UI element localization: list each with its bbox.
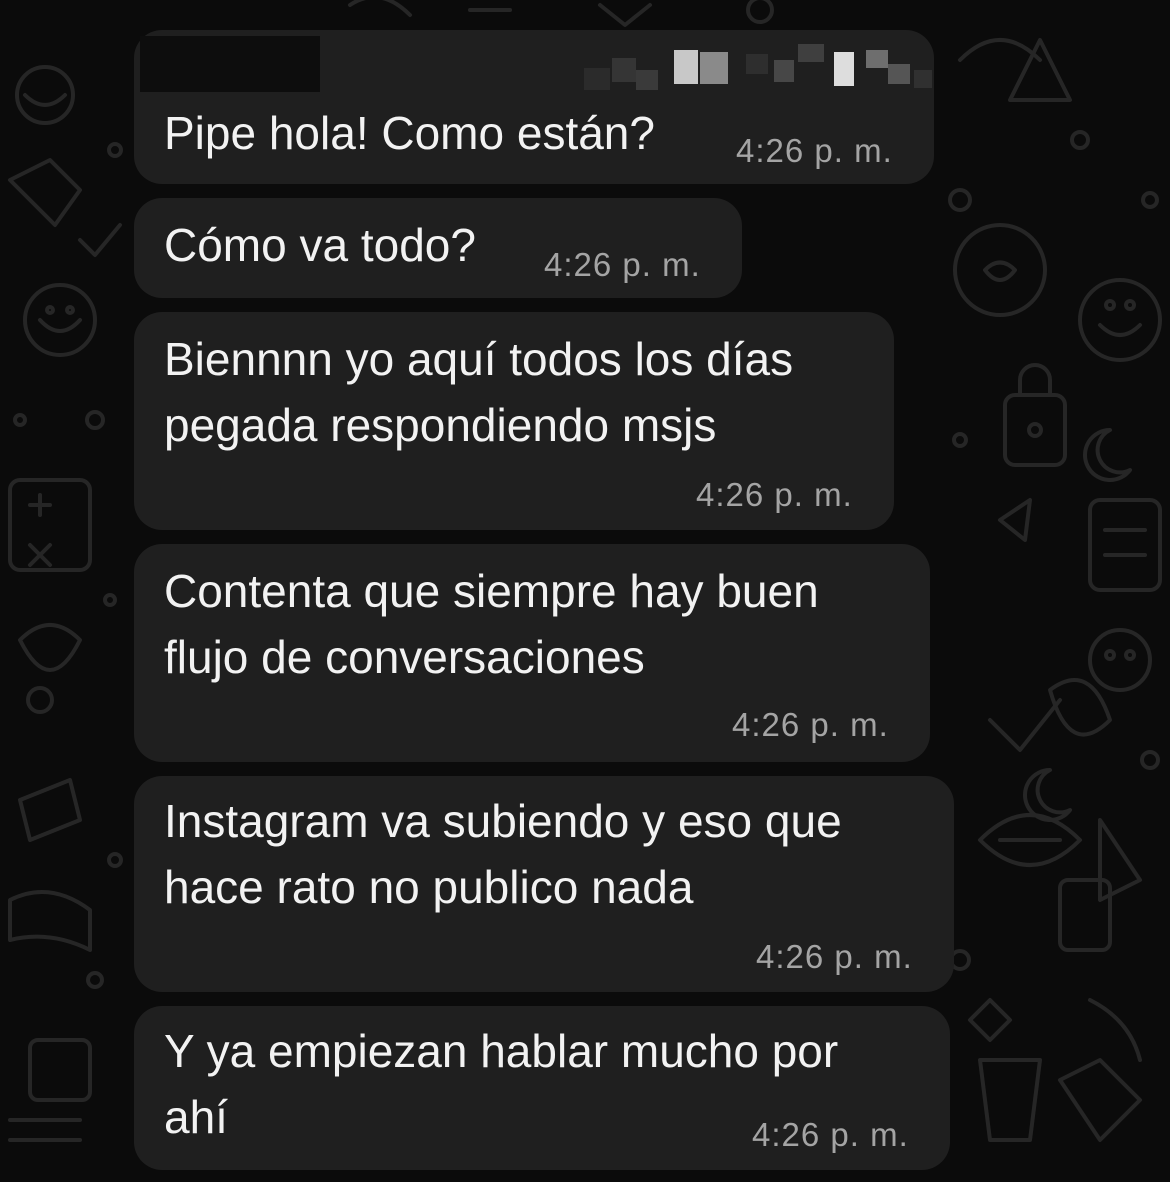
message-text: Pipe hola! Como están?: [164, 107, 655, 159]
message-bubble[interactable]: Biennnn yo aquí todos los días pegada re…: [134, 312, 894, 530]
message-text: Contenta que siempre hay buen flujo de c…: [164, 565, 819, 683]
message-timestamp: 4:26 p. m.: [756, 938, 913, 975]
message-timestamp: 4:26 p. m.: [544, 246, 701, 283]
message-text: Y ya empiezan hablar mucho por ahí: [164, 1025, 839, 1143]
message-timestamp: 4:26 p. m.: [696, 476, 853, 513]
redacted-sender-name: [140, 36, 320, 92]
message-timestamp: 4:26 p. m.: [736, 132, 893, 169]
message-text: Biennnn yo aquí todos los días pegada re…: [164, 333, 794, 451]
message-bubble[interactable]: Y ya empiezan hablar mucho por ahí 4:26 …: [134, 1006, 950, 1170]
message-bubble[interactable]: Contenta que siempre hay buen flujo de c…: [134, 544, 930, 762]
message-text: Instagram va subiendo y eso que hace rat…: [164, 795, 842, 913]
message-text: Cómo va todo?: [164, 219, 476, 271]
message-bubble[interactable]: Pipe hola! Como están? 4:26 p. m.: [134, 30, 934, 184]
message-bubble[interactable]: Cómo va todo? 4:26 p. m.: [134, 198, 742, 298]
message-timestamp: 4:26 p. m.: [732, 706, 889, 743]
message-timestamp: 4:26 p. m.: [752, 1116, 909, 1153]
message-bubble[interactable]: Instagram va subiendo y eso que hace rat…: [134, 776, 954, 992]
